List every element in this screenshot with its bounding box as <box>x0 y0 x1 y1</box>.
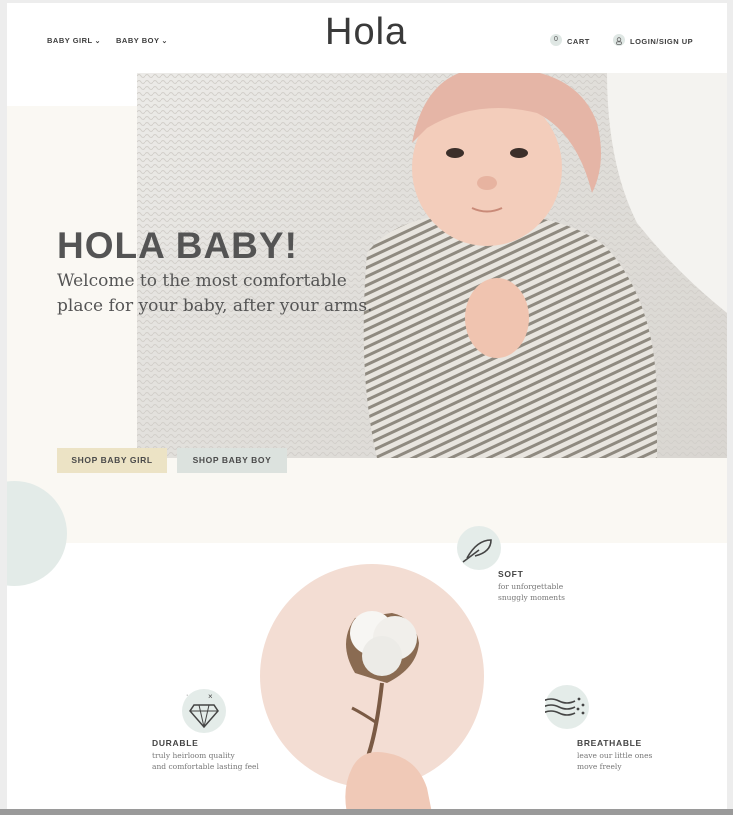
nav-baby-girl[interactable]: BABY GIRL ⌄ <box>47 36 101 45</box>
nav-baby-boy[interactable]: BABY BOY ⌄ <box>116 36 168 45</box>
feature-durable-desc: truly heirloom quality and comfortable l… <box>152 750 282 772</box>
cart-link[interactable]: CART <box>567 37 590 46</box>
hero-headline: HOLA BABY! <box>57 225 298 266</box>
nav-baby-boy-label: BABY BOY <box>116 36 160 45</box>
feature-breathable-desc-line: move freely <box>577 762 622 771</box>
hero-subtitle: Welcome to the most comfortable place fo… <box>57 271 373 316</box>
chevron-down-icon: ⌄ <box>94 38 101 45</box>
svg-text:×: × <box>208 692 213 701</box>
feature-soft-desc: for unforgettable snuggly moments <box>498 581 628 603</box>
feather-icon <box>457 526 501 570</box>
shop-baby-girl-button[interactable]: SHOP BABY GIRL <box>57 448 167 473</box>
page: BABY GIRL ⌄ BABY BOY ⌄ Hola 0 CART LOGIN/S… <box>7 3 727 811</box>
feature-breathable-title: BREATHABLE <box>577 738 642 748</box>
shop-baby-boy-button[interactable]: SHOP BABY BOY <box>177 448 287 473</box>
chevron-down-icon: ⌄ <box>161 38 168 45</box>
diamond-icon: · × <box>182 689 226 733</box>
cotton-flower-image <box>307 588 457 811</box>
feature-durable-desc-line: truly heirloom quality <box>152 751 235 760</box>
window-bottom-bar <box>0 809 733 815</box>
feature-breathable-desc-line: leave our little ones <box>577 751 653 760</box>
feature-soft-desc-line: snuggly moments <box>498 593 566 602</box>
svg-text:·: · <box>186 692 188 699</box>
feature-soft-title: SOFT <box>498 569 524 579</box>
cart-count-badge[interactable]: 0 <box>550 34 562 46</box>
wind-icon <box>542 685 589 729</box>
login-signup-link[interactable]: LOGIN/SIGN UP <box>630 37 693 46</box>
feature-soft-desc-line: for unforgettable <box>498 582 564 591</box>
user-icon[interactable] <box>613 34 625 46</box>
nav-baby-girl-label: BABY GIRL <box>47 36 93 45</box>
feature-durable-desc-line: and comfortable lasting feel <box>152 762 259 771</box>
feature-breathable-desc: leave our little ones move freely <box>577 750 707 772</box>
feature-durable-title: DURABLE <box>152 738 199 748</box>
logo[interactable]: Hola <box>325 11 407 54</box>
